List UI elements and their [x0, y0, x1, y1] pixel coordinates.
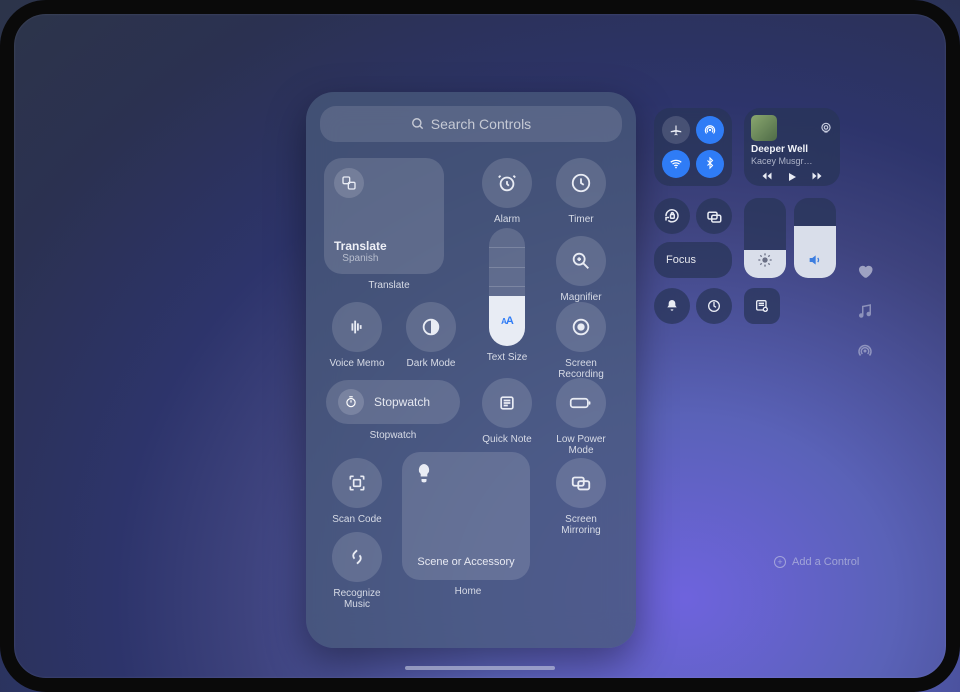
battery-icon — [569, 393, 593, 413]
plus-icon: + — [774, 556, 786, 568]
low-power-tile[interactable] — [556, 378, 606, 428]
recognize-music-caption: Recognize Music — [328, 588, 386, 610]
magnifier-icon — [570, 250, 592, 272]
airplane-icon — [669, 123, 683, 137]
stopwatch-icon — [344, 395, 358, 409]
translate-subtitle: Spanish — [334, 253, 387, 264]
airplay-icon — [819, 121, 833, 135]
low-power-caption: Low Power Mode — [552, 434, 610, 456]
search-controls[interactable]: Search Controls — [320, 106, 622, 142]
text-size-tile[interactable]: AA — [489, 228, 525, 346]
home-caption: Home — [402, 586, 534, 597]
add-control-button[interactable]: + Add a Control — [774, 556, 859, 568]
alarm-caption: Alarm — [478, 214, 536, 225]
search-placeholder: Search Controls — [431, 116, 531, 132]
translate-title: Translate — [334, 239, 387, 253]
sun-icon — [757, 252, 773, 268]
screen-recording-caption: Screen Recording — [552, 358, 610, 380]
notes-button[interactable] — [744, 288, 780, 324]
play-icon[interactable] — [786, 170, 798, 184]
home-scene-tile[interactable]: Scene or Accessory — [402, 452, 530, 580]
waveform-icon — [346, 316, 368, 338]
note-icon — [497, 393, 517, 413]
home-scene-text: Scene or Accessory — [402, 556, 530, 568]
record-icon — [570, 316, 592, 338]
media-title: Deeper Well — [751, 144, 833, 155]
dark-mode-tile[interactable] — [406, 302, 456, 352]
lock-rotation-icon — [663, 207, 681, 225]
focus-label: Focus — [666, 254, 696, 266]
stage-manager-icon — [705, 207, 723, 225]
search-icon — [411, 117, 425, 131]
add-control-label: Add a Control — [792, 556, 859, 568]
alarm-icon — [496, 172, 518, 194]
rewind-icon[interactable] — [760, 170, 774, 182]
stage-manager-button[interactable] — [696, 198, 732, 234]
heart-icon[interactable] — [856, 262, 874, 280]
shazam-icon — [347, 547, 367, 567]
dark-mode-icon — [420, 316, 442, 338]
qr-icon — [347, 473, 367, 493]
alarm-tile[interactable] — [482, 158, 532, 208]
timer-button[interactable] — [696, 288, 732, 324]
brightness-slider[interactable] — [744, 198, 786, 278]
connectivity-cluster[interactable] — [654, 108, 732, 186]
stopwatch-label: Stopwatch — [374, 395, 430, 409]
silent-mode-button[interactable] — [654, 288, 690, 324]
scan-code-tile[interactable] — [332, 458, 382, 508]
album-art — [751, 115, 777, 141]
media-tile[interactable]: Deeper Well Kacey Musgr… — [744, 108, 840, 186]
translate-caption: Translate — [324, 280, 454, 291]
media-artist: Kacey Musgr… — [751, 156, 833, 166]
page-indicator-rail — [856, 262, 874, 360]
airplane-mode-button[interactable] — [662, 116, 690, 144]
translate-icon — [341, 175, 357, 191]
bell-icon — [664, 298, 680, 314]
screens-icon — [570, 472, 592, 494]
dark-mode-caption: Dark Mode — [402, 358, 460, 369]
bluetooth-button[interactable] — [696, 150, 724, 178]
wifi-icon — [669, 157, 683, 171]
text-size-caption: Text Size — [476, 352, 538, 363]
bluetooth-icon — [704, 157, 716, 171]
music-note-icon[interactable] — [856, 302, 874, 320]
magnifier-tile[interactable] — [556, 236, 606, 286]
recognize-music-tile[interactable] — [332, 532, 382, 582]
timer-caption: Timer — [552, 214, 610, 225]
airdrop-icon — [703, 123, 717, 137]
timer-icon — [570, 172, 592, 194]
screen-mirroring-caption: Screen Mirroring — [552, 514, 610, 536]
voice-memo-tile[interactable] — [332, 302, 382, 352]
focus-button[interactable]: Focus — [654, 242, 732, 278]
scan-code-caption: Scan Code — [328, 514, 386, 525]
stopwatch-caption: Stopwatch — [326, 430, 460, 441]
orientation-lock-button[interactable] — [654, 198, 690, 234]
forward-icon[interactable] — [810, 170, 824, 182]
quick-note-tile[interactable] — [482, 378, 532, 428]
controls-palette: Search Controls Translate Spanish Transl… — [306, 92, 636, 648]
wifi-button[interactable] — [662, 150, 690, 178]
broadcast-icon[interactable] — [856, 342, 874, 360]
stopwatch-tile[interactable]: Stopwatch — [326, 380, 460, 424]
home-indicator[interactable] — [405, 666, 555, 670]
control-center: Deeper Well Kacey Musgr… Focus — [654, 108, 884, 628]
translate-tile[interactable]: Translate Spanish — [324, 158, 444, 274]
screen-mirroring-tile[interactable] — [556, 458, 606, 508]
note-add-icon — [754, 298, 770, 314]
screen-recording-tile[interactable] — [556, 302, 606, 352]
lightbulb-icon — [414, 462, 434, 486]
airdrop-button[interactable] — [696, 116, 724, 144]
timer-icon — [706, 298, 722, 314]
quick-note-caption: Quick Note — [478, 434, 536, 445]
timer-tile[interactable] — [556, 158, 606, 208]
volume-slider[interactable] — [794, 198, 836, 278]
voice-memo-caption: Voice Memo — [328, 358, 386, 369]
speaker-icon — [807, 252, 823, 268]
